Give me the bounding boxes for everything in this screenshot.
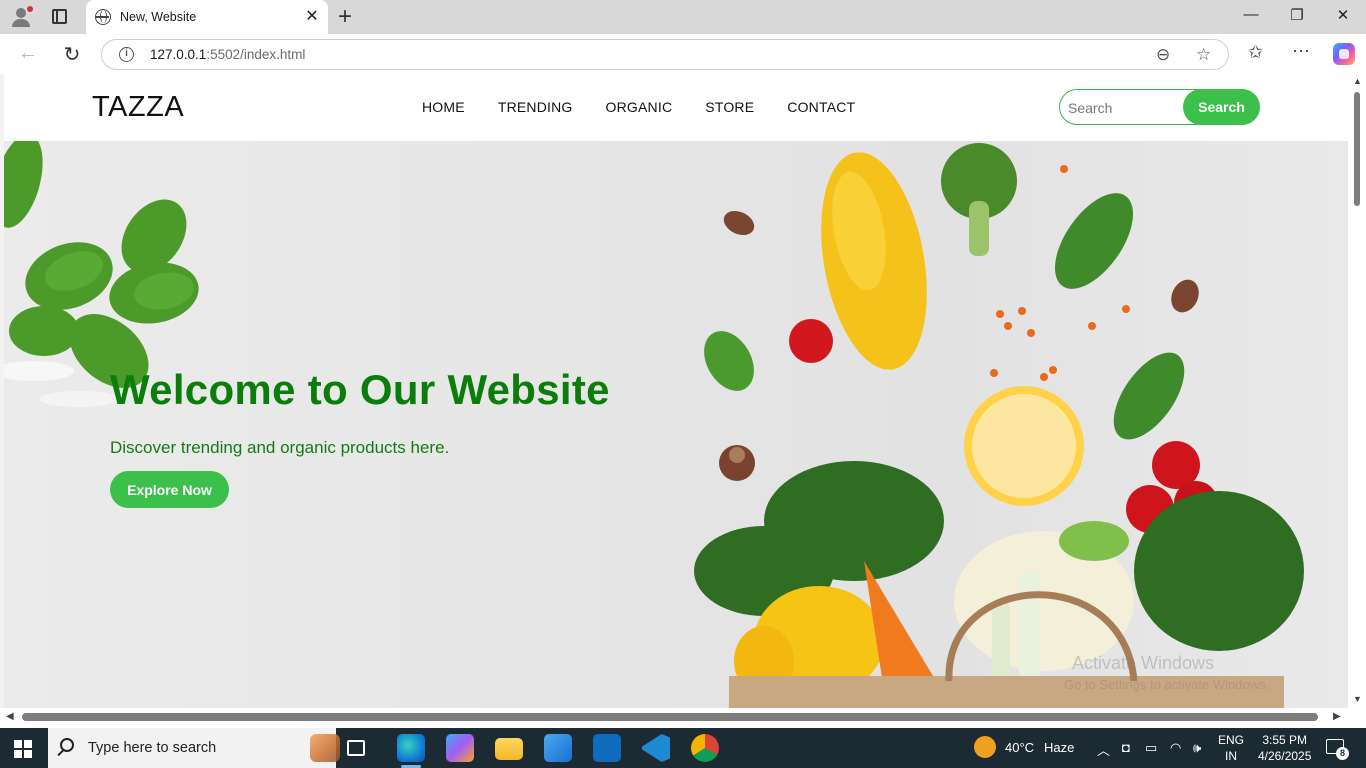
system-clock[interactable]: 3:55 PM 4/26/2025 bbox=[1258, 732, 1311, 764]
zoom-icon[interactable]: ⊖ bbox=[1156, 45, 1170, 65]
nav-organic[interactable]: ORGANIC bbox=[606, 99, 673, 115]
nav-trending[interactable]: TRENDING bbox=[498, 99, 573, 115]
main-nav: HOME TRENDING ORGANIC STORE CONTACT bbox=[422, 99, 888, 115]
more-options-icon[interactable]: ··· bbox=[1292, 40, 1310, 61]
scroll-left-arrow-icon[interactable]: ◀ bbox=[6, 711, 14, 722]
close-tab-icon[interactable]: ✕ bbox=[304, 6, 320, 26]
hero-section: Welcome to Our Website Discover trending… bbox=[4, 141, 1348, 708]
vertical-scrollbar[interactable]: ▲ ▼ bbox=[1348, 74, 1366, 708]
site-info-icon[interactable]: i bbox=[119, 47, 134, 62]
scroll-down-arrow-icon[interactable]: ▼ bbox=[1353, 694, 1362, 704]
activate-windows-subtext: Go to Settings to activate Windows. bbox=[1064, 677, 1270, 692]
weather-temperature[interactable]: 40°C bbox=[1005, 740, 1034, 755]
edge-icon[interactable] bbox=[397, 734, 425, 768]
globe-icon bbox=[95, 9, 111, 25]
weather-icon[interactable] bbox=[974, 736, 996, 758]
close-window-button[interactable]: ✕ bbox=[1328, 6, 1358, 24]
nav-contact[interactable]: CONTACT bbox=[787, 99, 855, 115]
site-search: Search bbox=[1059, 89, 1260, 125]
address-bar[interactable]: i 127.0.0.1:5502/index.html ⊖ ☆ bbox=[101, 39, 1229, 70]
new-tab-button[interactable]: + bbox=[338, 3, 352, 31]
hero-produce-image bbox=[4, 141, 1304, 708]
vscode-icon[interactable] bbox=[642, 734, 670, 762]
explore-now-button[interactable]: Explore Now bbox=[110, 471, 229, 508]
meet-now-icon[interactable]: ◘ bbox=[1122, 740, 1130, 755]
taskbar-search-placeholder: Type here to search bbox=[88, 740, 217, 756]
taskbar-search-box[interactable]: Type here to search bbox=[48, 728, 340, 768]
restore-button[interactable]: ❐ bbox=[1282, 6, 1312, 24]
search-icon bbox=[60, 738, 74, 752]
search-input[interactable] bbox=[1068, 98, 1178, 118]
search-button[interactable]: Search bbox=[1183, 89, 1260, 125]
favorite-star-icon[interactable]: ☆ bbox=[1196, 45, 1211, 65]
search-highlight-icon bbox=[310, 734, 340, 762]
wifi-icon[interactable]: ◠ bbox=[1170, 740, 1181, 756]
weather-description[interactable]: Haze bbox=[1044, 740, 1074, 755]
chrome-icon[interactable] bbox=[691, 734, 719, 762]
notification-center-icon[interactable]: 8 bbox=[1326, 739, 1349, 760]
browser-toolbar: ← ↻ i 127.0.0.1:5502/index.html ⊖ ☆ ✩ ··… bbox=[0, 34, 1366, 74]
outlook-icon[interactable] bbox=[593, 734, 621, 762]
back-button[interactable]: ← bbox=[15, 42, 41, 65]
browser-titlebar: New, Website ✕ + — ❐ ✕ bbox=[0, 0, 1366, 34]
browser-tab[interactable]: New, Website ✕ bbox=[86, 0, 328, 34]
vertical-scroll-thumb[interactable] bbox=[1354, 92, 1360, 206]
hero-subtitle: Discover trending and organic products h… bbox=[110, 438, 450, 457]
task-view-icon[interactable] bbox=[347, 740, 365, 756]
minimize-button[interactable]: — bbox=[1236, 6, 1266, 23]
url-text: 127.0.0.1:5502/index.html bbox=[150, 47, 306, 62]
copilot-app-icon[interactable] bbox=[446, 734, 474, 762]
refresh-button[interactable]: ↻ bbox=[59, 42, 85, 67]
nav-store[interactable]: STORE bbox=[705, 99, 754, 115]
language-indicator[interactable]: ENG IN bbox=[1218, 732, 1244, 764]
profile-icon[interactable] bbox=[8, 5, 34, 29]
hero-title: Welcome to Our Website bbox=[110, 366, 610, 413]
tab-actions-icon[interactable] bbox=[52, 9, 67, 24]
notification-count-badge: 8 bbox=[1336, 747, 1349, 760]
scroll-right-arrow-icon[interactable]: ▶ bbox=[1333, 711, 1341, 722]
windows-start-icon[interactable] bbox=[14, 740, 32, 758]
microsoft-store-icon[interactable] bbox=[544, 734, 572, 762]
volume-icon[interactable]: 🕪 bbox=[1193, 740, 1201, 756]
copilot-icon[interactable] bbox=[1333, 43, 1355, 65]
tab-title: New, Website bbox=[120, 10, 197, 24]
tray-chevron-icon[interactable]: ︿ bbox=[1097, 740, 1110, 759]
page-viewport: TAZZA HOME TRENDING ORGANIC STORE CONTAC… bbox=[4, 74, 1348, 708]
battery-icon[interactable]: ▭ bbox=[1145, 740, 1157, 756]
scroll-up-arrow-icon[interactable]: ▲ bbox=[1353, 76, 1362, 86]
activate-windows-watermark: Activate Windows bbox=[1072, 653, 1215, 673]
file-explorer-icon[interactable] bbox=[495, 738, 523, 760]
favorites-icon[interactable]: ✩ bbox=[1248, 42, 1263, 63]
horizontal-scroll-thumb[interactable] bbox=[22, 713, 1318, 721]
site-logo[interactable]: TAZZA bbox=[92, 91, 184, 124]
horizontal-scrollbar[interactable]: ◀ ▶ bbox=[0, 708, 1366, 728]
windows-taskbar: Type here to search 40°C Haze ︿ ◘ ▭ ◠ 🕪 … bbox=[0, 728, 1366, 768]
site-header: TAZZA HOME TRENDING ORGANIC STORE CONTAC… bbox=[4, 74, 1348, 141]
nav-home[interactable]: HOME bbox=[422, 99, 465, 115]
